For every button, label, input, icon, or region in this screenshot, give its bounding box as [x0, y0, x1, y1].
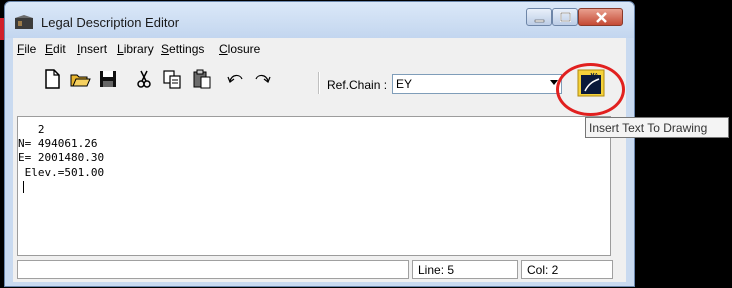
status-line: Line: 5	[412, 260, 518, 279]
close-button[interactable]	[578, 8, 623, 26]
maximize-button[interactable]	[552, 8, 578, 26]
ref-chain-label: Ref.Chain :	[327, 78, 388, 92]
status-message	[17, 260, 409, 279]
toolbar: Ref.Chain : EY A	[13, 60, 626, 104]
paste-icon[interactable]	[191, 68, 213, 90]
maximize-icon	[560, 12, 571, 22]
ref-chain-dropdown[interactable]: EY	[392, 74, 562, 94]
status-line-text: Line: 5	[418, 263, 455, 277]
editor-line: 2	[18, 123, 45, 136]
legal-description-editor-window: Legal Description Editor File Edit Inser…	[4, 1, 635, 287]
save-icon[interactable]	[97, 68, 119, 90]
editor-line: Elev.=501.00	[18, 166, 105, 179]
editor-line: E= 2001480.30	[18, 151, 105, 164]
window-title: Legal Description Editor	[41, 15, 180, 30]
tooltip: Insert Text To Drawing	[585, 117, 729, 138]
copy-icon[interactable]	[161, 68, 183, 90]
menu-edit[interactable]: Edit	[45, 42, 66, 56]
menu-file[interactable]: File	[17, 42, 36, 56]
status-bar: Line: 5 Col: 2	[13, 256, 626, 282]
redo-icon[interactable]	[251, 68, 273, 90]
toolbar-separator	[318, 72, 320, 94]
cut-icon[interactable]	[133, 68, 155, 90]
menu-library[interactable]: Library	[117, 42, 154, 56]
status-col-text: Col: 2	[527, 263, 559, 277]
app-icon	[15, 15, 33, 29]
tooltip-text: Insert Text To Drawing	[589, 121, 708, 135]
title-bar[interactable]: Legal Description Editor	[5, 2, 634, 38]
menu-insert[interactable]: Insert	[77, 42, 107, 56]
editor-line: N= 494061.26	[18, 137, 98, 150]
text-editor[interactable]: 2 N= 494061.26 E= 2001480.30 Elev.=501.0…	[17, 116, 611, 256]
status-col: Col: 2	[521, 260, 613, 279]
ref-chain-value: EY	[396, 77, 413, 91]
undo-icon[interactable]	[225, 68, 247, 90]
close-icon	[596, 12, 607, 23]
menu-bar: File Edit Insert Library Settings Closur…	[13, 38, 626, 60]
new-icon[interactable]	[41, 68, 63, 90]
menu-settings[interactable]: Settings	[161, 42, 204, 56]
minimize-button[interactable]	[526, 8, 552, 26]
open-icon[interactable]	[69, 68, 91, 90]
minimize-icon	[534, 19, 545, 23]
client-area: File Edit Insert Library Settings Closur…	[13, 38, 626, 282]
text-caret	[23, 181, 24, 193]
menu-closure[interactable]: Closure	[219, 42, 260, 56]
highlight-circle	[556, 63, 625, 116]
